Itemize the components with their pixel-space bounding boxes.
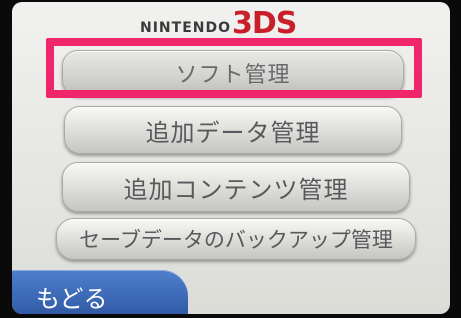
additional-content-management-button[interactable]: 追加コンテンツ管理 — [62, 162, 410, 212]
extra-data-management-button[interactable]: 追加データ管理 — [64, 106, 402, 154]
selection-highlight — [46, 38, 422, 98]
logo-model-text: 3DS — [232, 6, 297, 41]
save-data-backup-management-button[interactable]: セーブデータのバックアップ管理 — [56, 218, 416, 260]
back-button[interactable]: もどる — [12, 270, 188, 314]
logo-brand-text: NINTENDO — [140, 20, 231, 36]
touch-screen: NINTENDO 3DS ソフト管理 追加データ管理 追加コンテンツ管理 セーブ… — [12, 2, 450, 314]
nintendo-3ds-logo: NINTENDO 3DS — [140, 6, 297, 41]
